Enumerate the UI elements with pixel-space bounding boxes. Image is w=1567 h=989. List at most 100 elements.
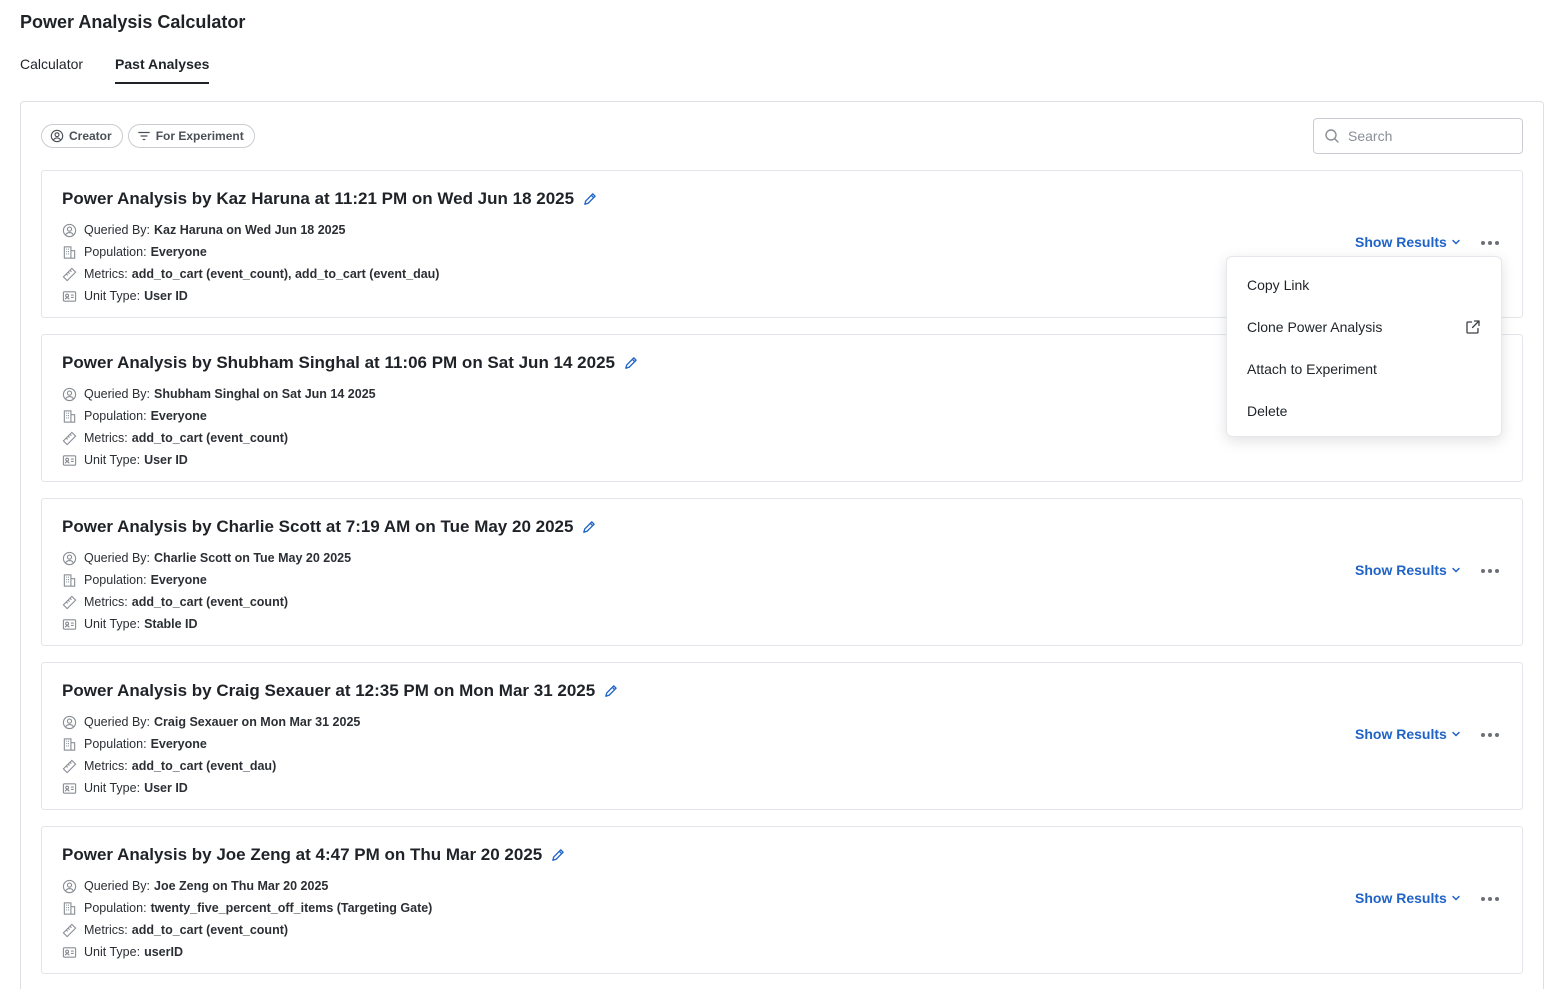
creator-filter-chip[interactable]: Creator [41,124,123,148]
search-icon [1325,129,1339,143]
pencil-icon[interactable] [581,520,596,535]
building-icon [63,245,76,259]
metrics-row: Metrics: add_to_cart (event_count) [62,427,376,449]
metrics-row: Metrics: add_to_cart (event_count) [62,591,351,613]
analysis-title: Power Analysis by Joe Zeng at 4:47 PM on… [62,845,543,864]
for-experiment-filter-chip[interactable]: For Experiment [127,124,255,148]
queried-by-row: Queried By: Shubham Singhal on Sat Jun 1… [62,383,376,405]
menu-item-attach-to-experiment[interactable]: Attach to Experiment [1227,348,1501,390]
unit-type-row: Unit Type: Stable ID [62,613,351,635]
population-row: Population: Everyone [62,733,360,755]
metrics-row: Metrics: add_to_cart (event_count) [62,919,432,941]
chevron-down-icon [1452,239,1460,245]
menu-item-label: Copy Link [1247,277,1310,293]
id-card-icon [62,618,77,630]
chevron-down-icon [1452,895,1460,901]
ruler-icon [62,923,77,937]
filter-icon [137,131,150,141]
building-icon [63,409,76,423]
search-box[interactable] [1313,118,1523,154]
menu-item-copy-link[interactable]: Copy Link [1227,264,1501,306]
more-options-button[interactable] [1479,727,1501,743]
ruler-icon [62,267,77,281]
analysis-title: Power Analysis by Kaz Haruna at 11:21 PM… [62,189,575,208]
menu-item-label: Clone Power Analysis [1247,319,1383,335]
queried-by-value: Shubham Singhal on Sat Jun 14 2025 [154,387,376,401]
analysis-card: Power Analysis by Craig Sexauer at 12:35… [41,662,1523,810]
menu-item-delete[interactable]: Delete [1227,390,1501,432]
metrics-value: add_to_cart (event_count) [131,923,289,937]
population-row: Population: Everyone [62,241,439,263]
unit-type-row: Unit Type: User ID [62,777,360,799]
queried-by-value: Kaz Haruna on Wed Jun 18 2025 [154,223,346,237]
metrics-value: add_to_cart (event_dau) [131,759,277,773]
tab-past-analyses[interactable]: Past Analyses [115,56,210,84]
queried-by-row: Queried By: Charlie Scott on Tue May 20 … [62,547,351,569]
queried-by-row: Queried By: Kaz Haruna on Wed Jun 18 202… [62,219,439,241]
show-results-label: Show Results [1355,726,1447,742]
population-value: Everyone [150,573,207,587]
population-row: Population: twenty_five_percent_off_item… [62,897,432,919]
user-circle-icon [50,129,64,143]
pencil-icon[interactable] [603,684,618,699]
queried-by-label: Queried By: [84,387,151,401]
show-results-label: Show Results [1355,890,1447,906]
population-label: Population: [84,901,147,915]
queried-by-row: Queried By: Craig Sexauer on Mon Mar 31 … [62,711,360,733]
for-experiment-filter-label: For Experiment [155,129,244,143]
population-label: Population: [84,737,147,751]
user-circle-icon [62,387,77,401]
unit-type-row: Unit Type: userID [62,941,432,963]
show-results-button[interactable]: Show Results [1355,234,1461,250]
population-row: Population: Everyone [62,405,376,427]
analysis-card: Power Analysis by Charlie Scott at 7:19 … [41,498,1523,646]
unit-type-value: User ID [144,781,188,795]
tab-calculator[interactable]: Calculator [20,56,83,84]
search-input[interactable] [1348,128,1508,144]
building-icon [63,573,76,587]
analysis-meta: Queried By: Shubham Singhal on Sat Jun 1… [62,383,376,471]
chevron-down-icon [1452,731,1460,737]
more-horizontal-icon [1481,569,1499,573]
unit-type-label: Unit Type: [84,617,141,631]
building-icon [63,901,76,915]
user-circle-icon [62,223,77,237]
pencil-icon[interactable] [550,848,565,863]
more-options-button[interactable] [1479,235,1501,251]
population-value: Everyone [150,245,207,259]
metrics-value: add_to_cart (event_count), add_to_cart (… [131,267,440,281]
population-row: Population: Everyone [62,569,351,591]
metrics-value: add_to_cart (event_count) [131,595,289,609]
past-analyses-panel: Creator For Experiment Power Analysis by… [20,101,1544,989]
analysis-meta: Queried By: Craig Sexauer on Mon Mar 31 … [62,711,360,799]
population-value: twenty_five_percent_off_items (Targeting… [150,901,433,915]
unit-type-value: userID [144,945,183,959]
queried-by-value: Craig Sexauer on Mon Mar 31 2025 [154,715,361,729]
menu-item-clone-power-analysis[interactable]: Clone Power Analysis [1227,306,1501,348]
analysis-card: Power Analysis by Joe Zeng at 4:47 PM on… [41,826,1523,974]
show-results-button[interactable]: Show Results [1355,562,1461,578]
building-icon [63,737,76,751]
metrics-row: Metrics: add_to_cart (event_count), add_… [62,263,439,285]
more-horizontal-icon [1481,897,1499,901]
analysis-title: Power Analysis by Craig Sexauer at 12:35… [62,681,596,700]
id-card-icon [62,946,77,958]
pencil-icon[interactable] [623,356,638,371]
analysis-meta: Queried By: Kaz Haruna on Wed Jun 18 202… [62,219,439,307]
menu-item-label: Delete [1247,403,1288,419]
more-options-button[interactable] [1479,891,1501,907]
more-horizontal-icon [1481,733,1499,737]
context-menu: Copy Link Clone Power Analysis Attach to… [1226,256,1502,437]
queried-by-value: Charlie Scott on Tue May 20 2025 [154,551,352,565]
user-circle-icon [62,715,77,729]
id-card-icon [62,454,77,466]
pencil-icon[interactable] [582,192,597,207]
unit-type-row: Unit Type: User ID [62,449,376,471]
more-options-button[interactable] [1479,563,1501,579]
metrics-label: Metrics: [84,923,128,937]
id-card-icon [62,290,77,302]
show-results-button[interactable]: Show Results [1355,890,1461,906]
show-results-button[interactable]: Show Results [1355,726,1461,742]
user-circle-icon [62,551,77,565]
queried-by-label: Queried By: [84,551,151,565]
